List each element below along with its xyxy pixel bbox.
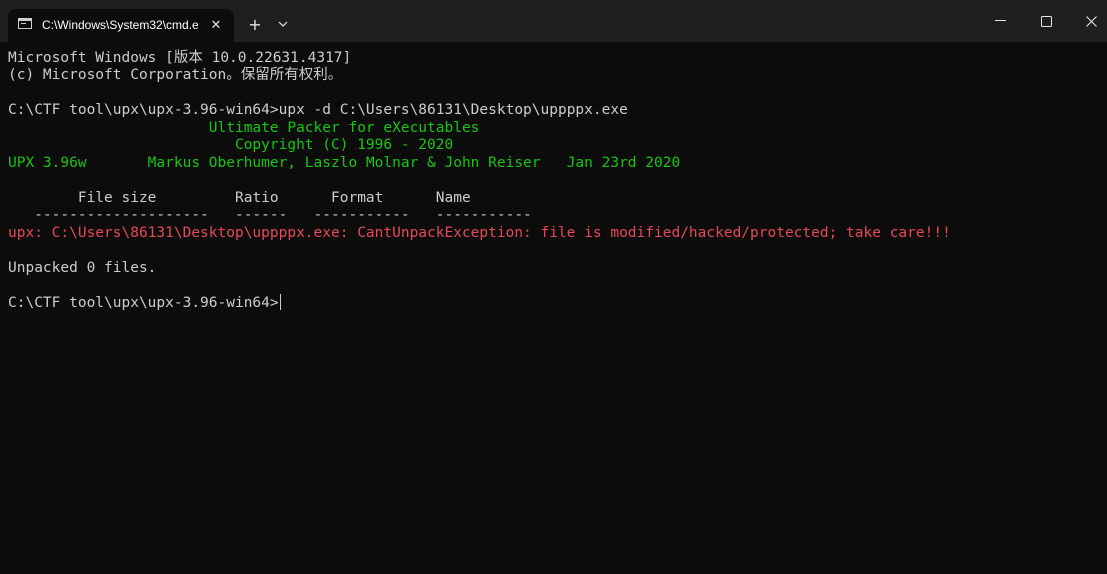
terminal-line: UPX 3.96w Markus Oberhumer, Laszlo Molna… — [8, 155, 681, 171]
new-tab-button[interactable]: + — [244, 12, 266, 36]
minimize-button[interactable] — [977, 6, 1023, 36]
minimize-icon — [994, 20, 1006, 21]
tab-cmd[interactable]: C:\Windows\System32\cmd.e ✕ — [8, 9, 234, 42]
close-window-button[interactable] — [1068, 6, 1107, 36]
terminal-line: Ultimate Packer for eXecutables — [8, 120, 480, 136]
terminal-window: C:\Windows\System32\cmd.e ✕ + Microsoft … — [0, 0, 1107, 574]
terminal-line: -------------------- ------ ----------- … — [8, 207, 532, 223]
title-bar: C:\Windows\System32\cmd.e ✕ + — [0, 0, 1107, 42]
terminal-line: (c) Microsoft Corporation。保留所有权利。 — [8, 67, 343, 83]
close-icon — [1085, 15, 1097, 27]
close-tab-icon[interactable]: ✕ — [206, 15, 226, 35]
cmd-icon — [18, 18, 32, 29]
maximize-icon — [1040, 15, 1052, 27]
prompt-text: C:\CTF tool\upx\upx-3.96-win64> — [8, 295, 279, 311]
tab-dropdown-button[interactable] — [272, 12, 294, 36]
terminal-line: Copyright (C) 1996 - 2020 — [8, 137, 454, 153]
terminal-line: C:\CTF tool\upx\upx-3.96-win64>upx -d C:… — [8, 102, 628, 118]
text-cursor — [279, 294, 281, 310]
terminal-line: Microsoft Windows [版本 10.0.22631.4317] — [8, 50, 352, 66]
tab-title: C:\Windows\System32\cmd.e — [42, 18, 199, 32]
terminal-output[interactable]: Microsoft Windows [版本 10.0.22631.4317] (… — [0, 42, 1107, 574]
maximize-button[interactable] — [1023, 6, 1069, 36]
terminal-line: File size Ratio Format Name — [8, 190, 471, 206]
terminal-line: Unpacked 0 files. — [8, 260, 157, 276]
error-line: upx: C:\Users\86131\Desktop\uppppx.exe: … — [8, 225, 951, 241]
prompt-line[interactable]: C:\CTF tool\upx\upx-3.96-win64> — [8, 294, 281, 312]
chevron-down-icon — [278, 21, 288, 27]
